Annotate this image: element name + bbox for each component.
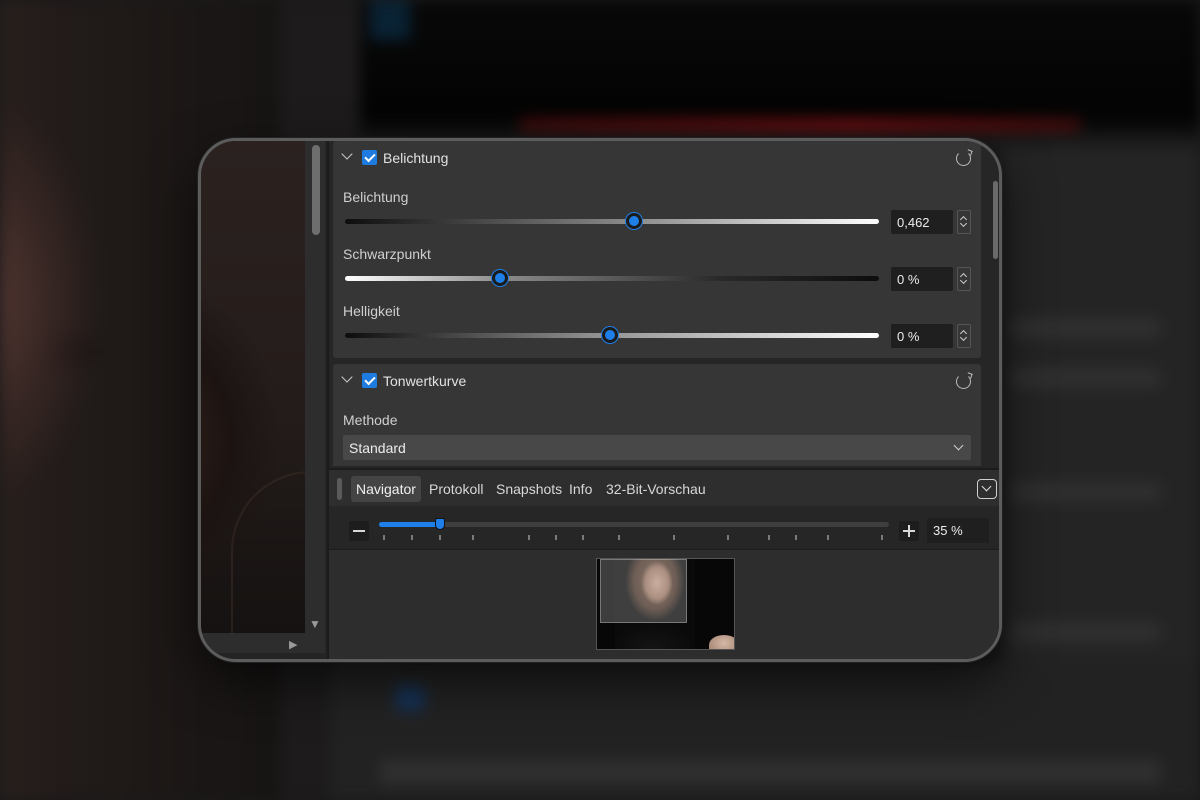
tab-navigator[interactable]: Navigator (351, 476, 421, 502)
panel-menu-icon[interactable] (977, 479, 997, 499)
panel-scroll-thumb[interactable] (993, 181, 998, 259)
minus-icon (353, 530, 365, 532)
blackpoint-slider-knob[interactable] (491, 270, 508, 286)
exposure-section-header[interactable]: Belichtung (333, 141, 981, 175)
panel-tabs-bar: Navigator Protokoll Snapshots Info 32-Bi… (329, 468, 999, 506)
exposure-section: Belichtung Belichtung 0,462 Schwarzpunkt… (333, 141, 981, 358)
zoom-tick (768, 535, 770, 540)
exposure-value-field[interactable]: 0,462 (891, 210, 953, 234)
exposure-section-title: Belichtung (383, 150, 449, 166)
image-canvas[interactable] (201, 141, 311, 641)
reset-icon[interactable] (956, 151, 971, 166)
method-label: Methode (343, 412, 398, 428)
zoom-tick (555, 535, 557, 540)
zoom-tick (411, 535, 413, 540)
zoom-tick (881, 535, 883, 540)
canvas-horizontal-scrollbar[interactable] (201, 633, 325, 653)
zoom-tick (582, 535, 584, 540)
zoom-slider-knob[interactable] (435, 518, 446, 530)
navigator-area (329, 550, 999, 659)
reset-icon[interactable] (956, 374, 971, 389)
zoom-tick (827, 535, 829, 540)
method-dropdown[interactable]: Standard (343, 435, 971, 460)
brightness-slider-knob[interactable] (602, 327, 619, 343)
tone-curve-section: Tonwertkurve Methode Standard (333, 364, 981, 466)
tab-info[interactable]: Info (564, 476, 597, 502)
blackpoint-value-field[interactable]: 0 % (891, 267, 953, 291)
zoom-tick (439, 535, 441, 540)
zoom-value-field[interactable]: 35 % (927, 518, 989, 543)
spinner-down-icon[interactable] (959, 276, 968, 285)
blackpoint-label: Schwarzpunkt (343, 246, 431, 262)
dropdown-chevron-icon (953, 440, 964, 451)
brightness-spinner[interactable] (957, 324, 971, 348)
zoom-controls: 35 % (329, 506, 999, 550)
chevron-down-icon[interactable] (341, 371, 353, 383)
exposure-spinner[interactable] (957, 210, 971, 234)
canvas-scroll-thumb[interactable] (312, 145, 320, 235)
zoom-tick (528, 535, 530, 540)
tone-curve-enable-checkbox[interactable] (362, 373, 377, 388)
tab-32bit-preview[interactable]: 32-Bit-Vorschau (601, 476, 711, 502)
zoom-tick (727, 535, 729, 540)
tab-snapshots[interactable]: Snapshots (491, 476, 567, 502)
scroll-down-arrow-icon[interactable]: ▼ (309, 617, 321, 631)
exposure-slider-knob[interactable] (625, 213, 642, 229)
brightness-label: Helligkeit (343, 303, 400, 319)
exposure-enable-checkbox[interactable] (362, 150, 377, 165)
spinner-down-icon[interactable] (959, 219, 968, 228)
navigator-thumbnail[interactable] (596, 558, 735, 650)
navigator-viewport-frame[interactable] (600, 559, 687, 623)
adjustments-panel: Belichtung Belichtung 0,462 Schwarzpunkt… (329, 141, 999, 659)
blackpoint-slider[interactable] (345, 276, 879, 281)
blackpoint-spinner[interactable] (957, 267, 971, 291)
zoom-slider-fill (379, 522, 441, 527)
brightness-value-field[interactable]: 0 % (891, 324, 953, 348)
image-canvas-column: ▼ ▶ (201, 141, 329, 659)
zoom-in-button[interactable] (899, 521, 919, 541)
exposure-label: Belichtung (343, 189, 409, 205)
zoom-tick (673, 535, 675, 540)
zoom-tick (618, 535, 620, 540)
exposure-slider[interactable] (345, 219, 879, 224)
focused-panel-card: ▼ ▶ Belichtung Belichtung 0,462 Schwarzp… (198, 138, 1002, 662)
zoom-tick (795, 535, 797, 540)
panel-grip-handle[interactable] (337, 478, 342, 500)
zoom-slider[interactable] (379, 518, 889, 530)
scroll-right-arrow-icon[interactable]: ▶ (289, 638, 297, 651)
chevron-down-icon[interactable] (341, 148, 353, 160)
tab-protokoll[interactable]: Protokoll (424, 476, 488, 502)
method-dropdown-value: Standard (349, 440, 406, 456)
zoom-tick (383, 535, 385, 540)
spinner-down-icon[interactable] (959, 333, 968, 342)
tone-curve-section-header[interactable]: Tonwertkurve (333, 364, 981, 398)
tone-curve-section-title: Tonwertkurve (383, 373, 467, 389)
zoom-tick (472, 535, 474, 540)
zoom-out-button[interactable] (349, 521, 369, 541)
